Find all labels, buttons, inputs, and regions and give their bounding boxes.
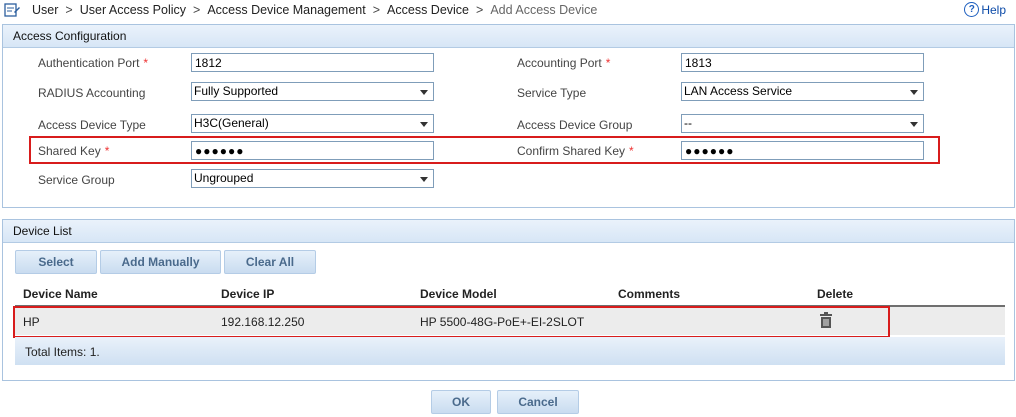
help-link[interactable]: ? Help — [964, 2, 1006, 17]
chevron-down-icon — [420, 177, 428, 182]
device-list-panel: Device List Select Add Manually Clear Al… — [2, 219, 1015, 381]
access-configuration-panel: Access Configuration Authentication Port… — [2, 24, 1015, 208]
auth-port-label: Authentication Port * — [38, 56, 149, 70]
col-device-model[interactable]: Device Model — [420, 287, 497, 301]
ok-button[interactable]: OK — [431, 390, 491, 414]
breadcrumb-add-access-device: Add Access Device — [490, 3, 598, 17]
service-group-label: Service Group — [38, 173, 115, 187]
select-button[interactable]: Select — [15, 250, 97, 274]
service-group-select[interactable]: Ungrouped — [191, 169, 434, 188]
device-list-title: Device List — [3, 220, 1014, 243]
device-type-label: Access Device Type — [38, 118, 146, 132]
cancel-button[interactable]: Cancel — [497, 390, 579, 414]
breadcrumb: User > User Access Policy > Access Devic… — [0, 0, 1016, 20]
table-footer: Total Items: 1. — [15, 337, 1005, 365]
add-manually-button[interactable]: Add Manually — [100, 250, 221, 274]
service-type-select[interactable]: LAN Access Service — [681, 82, 924, 101]
user-policy-icon — [4, 3, 20, 17]
col-device-name[interactable]: Device Name — [23, 287, 98, 301]
col-device-ip[interactable]: Device IP — [221, 287, 274, 301]
service-type-label: Service Type — [517, 86, 587, 100]
acct-port-label: Accounting Port * — [517, 56, 611, 70]
col-delete: Delete — [817, 287, 854, 301]
device-type-select[interactable]: H3C(General) — [191, 114, 434, 133]
chevron-down-icon — [910, 122, 918, 127]
chevron-down-icon — [910, 90, 918, 95]
breadcrumb-user-access-policy[interactable]: User Access Policy — [80, 3, 186, 17]
clear-all-button[interactable]: Clear All — [224, 250, 316, 274]
help-label: Help — [981, 2, 1006, 17]
acct-port-input[interactable] — [681, 53, 924, 72]
device-group-label: Access Device Group — [517, 118, 633, 132]
chevron-down-icon — [420, 90, 428, 95]
auth-port-input[interactable] — [191, 53, 434, 72]
device-group-select[interactable]: -- — [681, 114, 924, 133]
breadcrumb-user[interactable]: User — [32, 3, 58, 17]
device-table-header: Device Name Device IP Device Model Comme… — [15, 283, 1005, 307]
total-items: Total Items: 1. — [25, 345, 100, 359]
device-row-highlight — [13, 306, 890, 338]
radius-accounting-select[interactable]: Fully Supported — [191, 82, 434, 101]
radius-accounting-label: RADIUS Accounting — [38, 86, 146, 100]
help-icon: ? — [964, 2, 980, 17]
breadcrumb-access-device[interactable]: Access Device — [387, 3, 469, 17]
chevron-down-icon — [420, 122, 428, 127]
access-configuration-title: Access Configuration — [3, 25, 1014, 48]
shared-key-highlight — [29, 136, 940, 164]
breadcrumb-access-device-management[interactable]: Access Device Management — [207, 3, 365, 17]
col-comments[interactable]: Comments — [618, 287, 680, 301]
